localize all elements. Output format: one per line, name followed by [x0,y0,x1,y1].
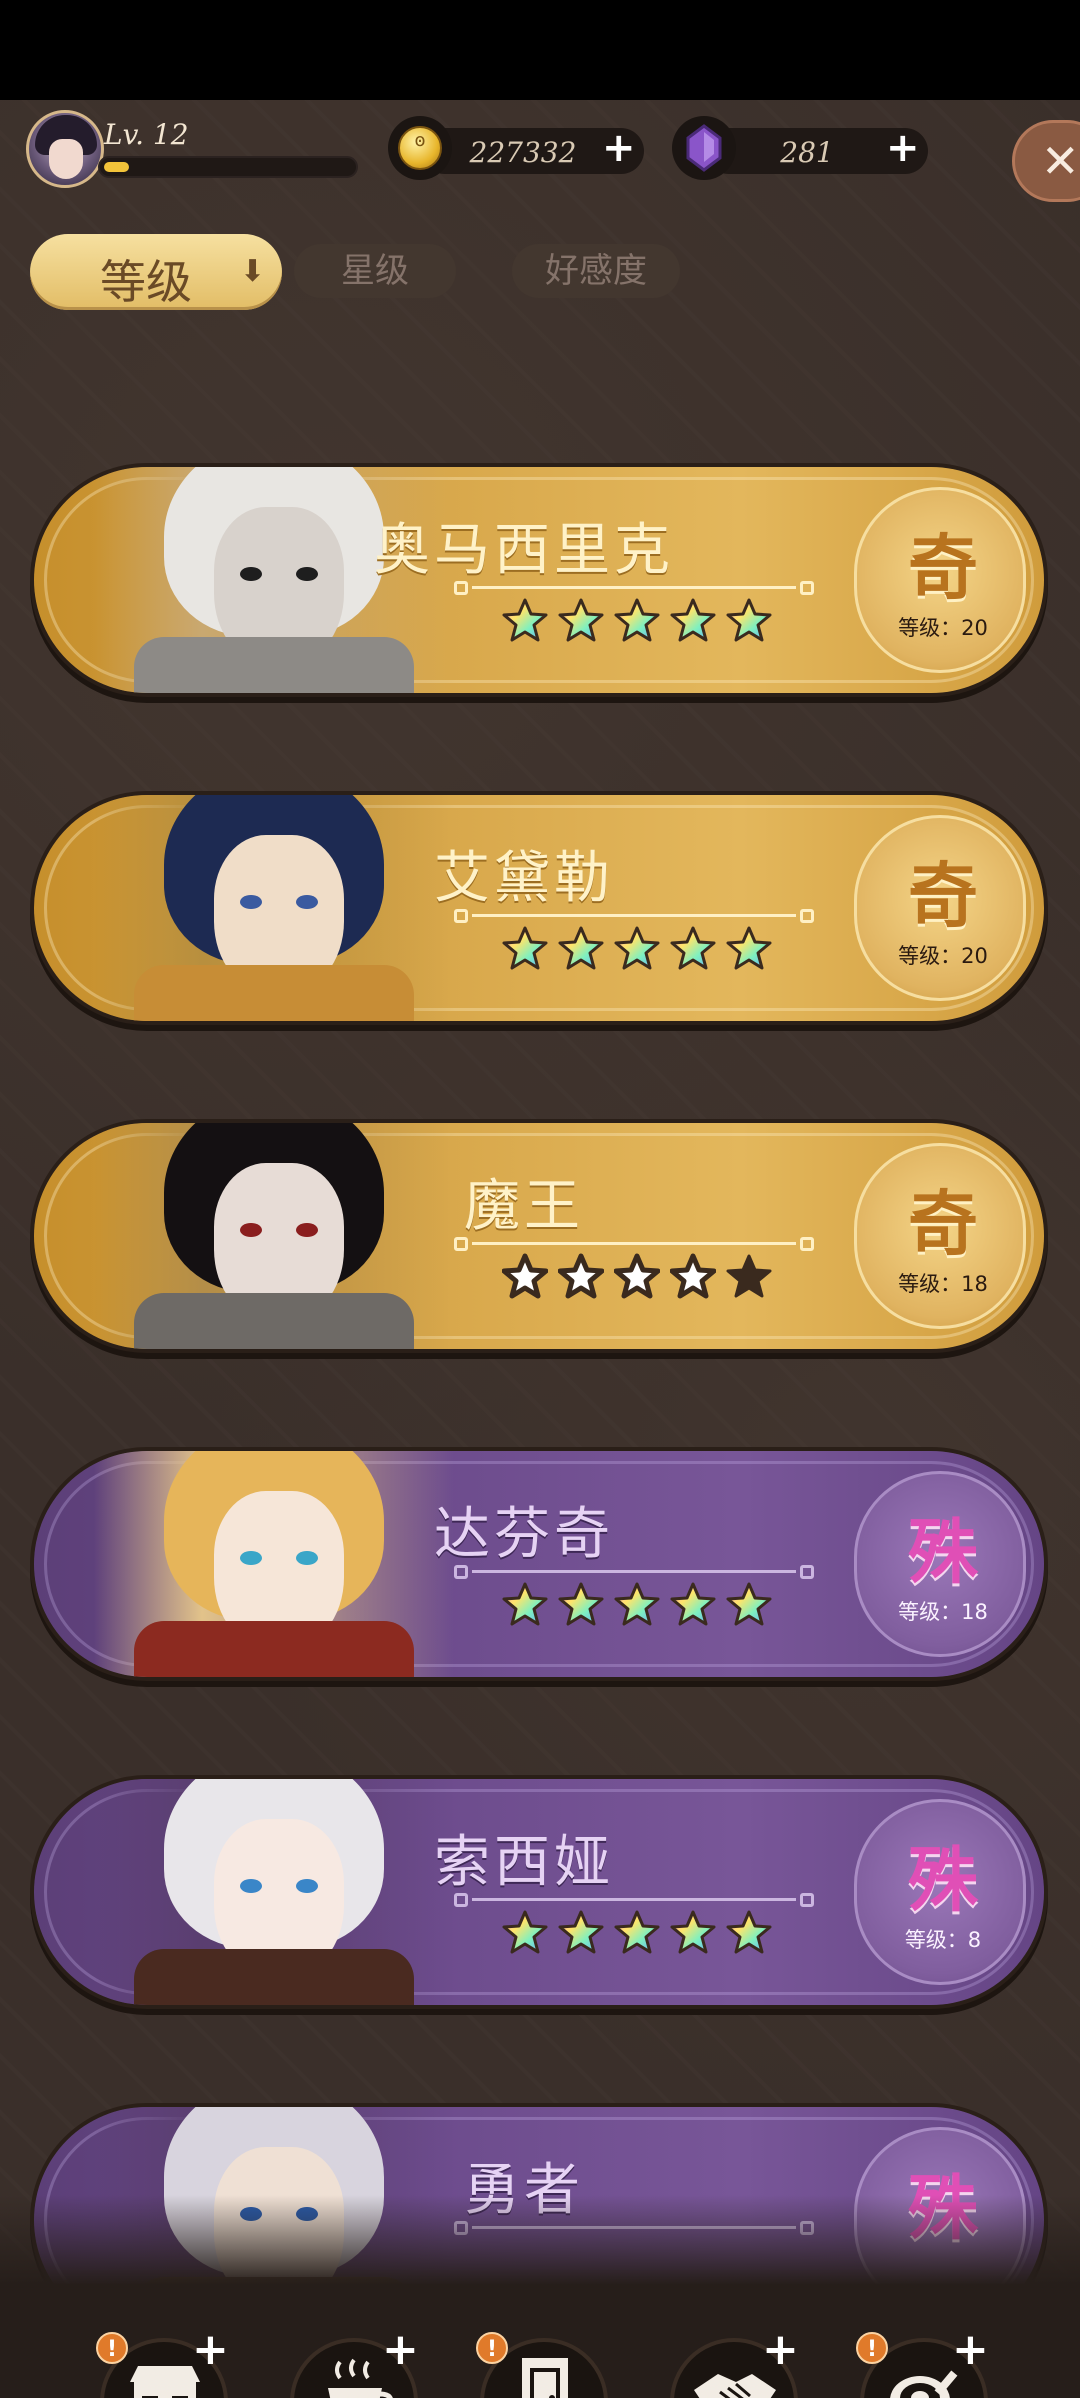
hero-roster-screen: Lv. 12 ꙩ 227332 + 281 + ✕ 等级 ⬇ 星级 好感度 奥马… [0,100,1080,2398]
close-icon: ✕ [1041,134,1080,188]
plus-icon: + [762,2324,799,2375]
tab-sort-level-label: 等级 [100,255,192,309]
star-icon [558,1910,604,1954]
hero-level: 等级：18 [898,1272,988,1296]
plus-icon: + [952,2324,989,2375]
star-icon [670,926,716,970]
rank-badge: 殊等级：8 [854,1799,1026,1985]
name-divider [454,909,814,923]
star-icon [502,1910,548,1954]
star-icon [614,598,660,642]
tab-sort-level[interactable]: 等级 ⬇ [30,234,282,310]
player-info[interactable]: Lv. 12 [26,110,358,200]
hero-card[interactable]: 奥马西里克 奇等级：20 [34,467,1044,693]
alert-badge-icon: ! [476,2332,508,2364]
star-icon [726,1582,772,1626]
hero-card[interactable]: 索西娅 殊等级：8 [34,1779,1044,2005]
hero-card[interactable]: 达芬奇 殊等级：18 [34,1451,1044,1677]
star-icon [670,598,716,642]
rank-glyph: 奇 [908,854,978,937]
plus-icon: + [382,2324,419,2375]
rank-badge: 奇等级：20 [854,487,1026,673]
name-divider [454,1565,814,1579]
hero-level: 等级：20 [898,616,988,640]
coin-icon: ꙩ [388,116,452,180]
hero-level: 等级：18 [898,1600,988,1624]
rank-glyph: 奇 [908,1182,978,1265]
nav-item-door[interactable]: 招募! [476,2332,616,2398]
rank-badge: 殊等级：18 [854,1471,1026,1657]
star-icon [558,926,604,970]
plus-icon: + [192,2324,229,2375]
star-icon [726,598,772,642]
star-icon [726,1910,772,1954]
nav-item-handshake[interactable]: 相遇+ [666,2324,806,2398]
add-gems-button[interactable]: + [886,126,920,170]
door-icon [500,2352,590,2398]
empty-star-icon [726,1254,772,1298]
close-button[interactable]: ✕ [1012,120,1080,202]
hero-name: 索西娅 [434,1830,614,1895]
hero-name: 达芬奇 [434,1502,614,1567]
star-icon [614,1582,660,1626]
rank-badge: 奇等级：20 [854,815,1026,1001]
tab-sort-stars[interactable]: 星级 [294,244,456,298]
star-rating [502,1581,802,1631]
star-icon [670,1253,716,1299]
rank-badge: 奇等级：18 [854,1143,1026,1329]
status-bar [0,0,1080,100]
star-icon [558,1582,604,1626]
hero-card[interactable]: 艾黛勒 奇等级：20 [34,795,1044,1021]
rank-glyph: 殊 [908,1510,978,1593]
star-rating [502,1253,802,1303]
coin-counter: ꙩ 227332 + [388,116,644,182]
alert-badge-icon: ! [96,2332,128,2364]
hero-name: 奥马西里克 [374,518,674,583]
rank-glyph: 奇 [908,526,978,609]
hero-card[interactable]: 魔王 奇等级：18 [34,1123,1044,1349]
name-divider [454,581,814,595]
tab-sort-affection[interactable]: 好感度 [512,244,680,298]
player-level: Lv. 12 [104,118,189,151]
star-icon [614,1910,660,1954]
xp-bar [98,156,358,178]
alert-badge-icon: ! [856,2332,888,2364]
star-icon [502,1582,548,1626]
add-coins-button[interactable]: + [602,126,636,170]
hero-level: 等级：20 [898,944,988,968]
xp-bar-fill [104,162,129,172]
gem-amount: 281 [780,136,834,169]
star-icon [726,926,772,970]
coin-amount: 227332 [469,136,577,169]
nav-item-shop[interactable]: 店铺!+ [96,2324,236,2398]
player-avatar[interactable] [26,110,104,188]
purple-gem-icon [672,116,736,180]
star-icon [614,926,660,970]
nav-item-frying-pan[interactable]: 厨房!+ [856,2324,996,2398]
name-divider [454,1237,814,1251]
nav-item-coffee-cup[interactable]: 社交+ [286,2324,426,2398]
star-icon [502,598,548,642]
star-icon [614,1253,660,1299]
name-divider [454,1893,814,1907]
star-icon [670,1582,716,1626]
rank-glyph: 殊 [908,1838,978,1921]
star-rating [502,1909,802,1959]
star-icon [502,1253,548,1299]
gem-counter: 281 + [672,116,928,182]
star-rating [502,597,802,647]
star-icon [670,1910,716,1954]
star-icon [558,1253,604,1299]
hero-name: 魔王 [464,1174,584,1239]
star-rating [502,925,802,975]
hero-level: 等级：8 [904,1928,982,1952]
sort-arrow-icon: ⬇ [240,254,266,289]
star-icon [558,598,604,642]
star-icon [502,926,548,970]
hero-name: 艾黛勒 [434,846,614,911]
